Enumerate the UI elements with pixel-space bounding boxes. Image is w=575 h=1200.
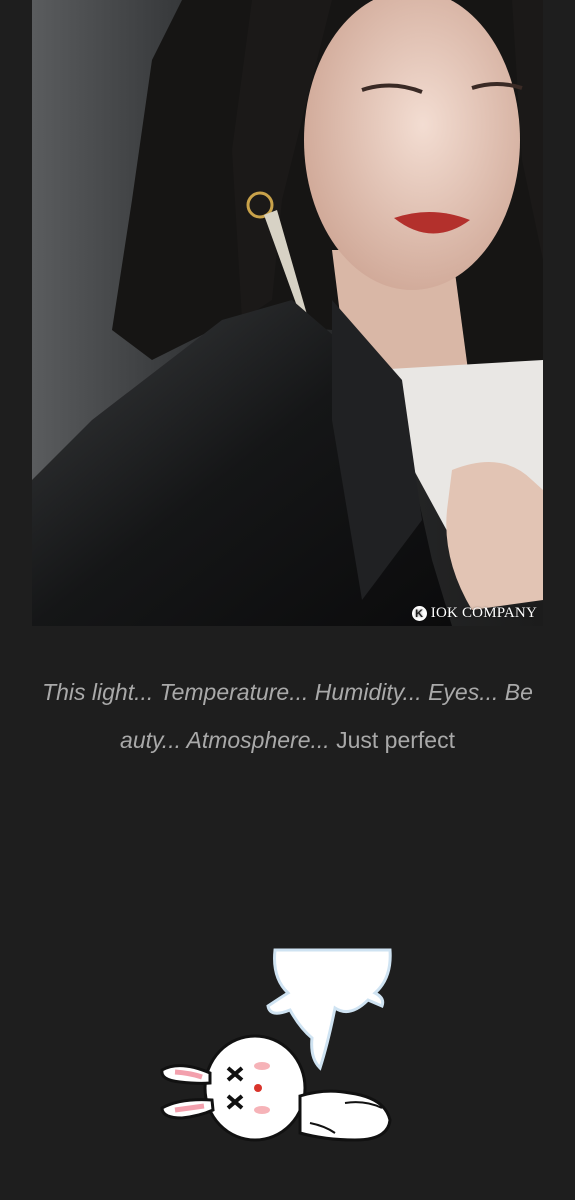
cony-rabbit-sticker-icon [150, 948, 400, 1158]
sticker-drawing [160, 948, 392, 1142]
watermark: K IOK COMPANY [411, 605, 537, 622]
iok-logo-icon: K [411, 606, 427, 621]
photo-caption: This light... Temperature... Humidity...… [36, 668, 539, 764]
portrait-image [32, 0, 543, 626]
caption-normal-text: Just perfect [329, 727, 455, 753]
watermark-text: IOK COMPANY [430, 605, 537, 621]
portrait-photo: K IOK COMPANY [32, 0, 543, 626]
caption-italic-text: This light... Temperature... Humidity...… [42, 679, 533, 753]
